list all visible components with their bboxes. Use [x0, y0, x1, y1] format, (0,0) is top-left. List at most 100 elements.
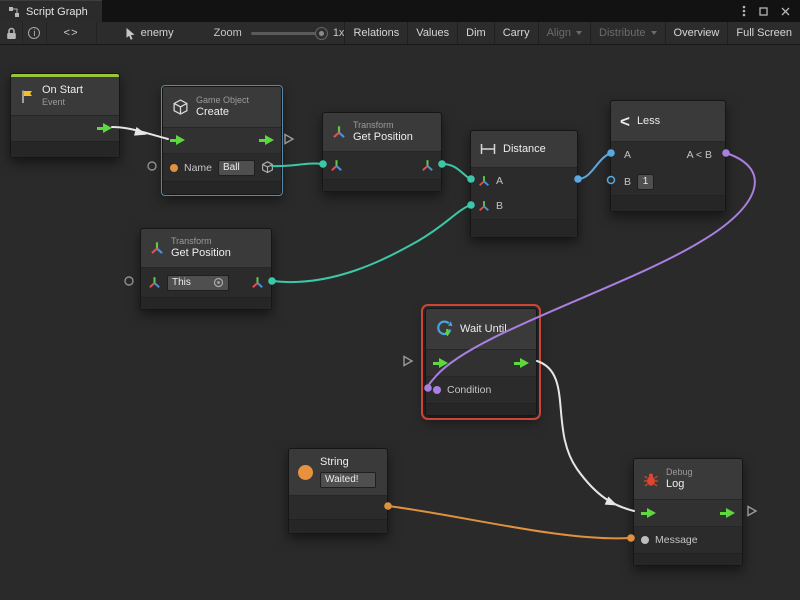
input-b-label: B [624, 176, 631, 188]
output-label: A < B [687, 149, 712, 161]
node-title: Log [666, 478, 693, 491]
node-title: String [320, 456, 376, 469]
condition-port-label: Condition [447, 384, 491, 396]
flow-output-port[interactable] [514, 358, 529, 369]
flow-output-port[interactable] [259, 135, 274, 146]
node-footer [289, 519, 387, 533]
node-subtitle: Transform [171, 236, 231, 247]
info-button[interactable] [23, 22, 46, 44]
string-value-field[interactable]: Waited! [320, 472, 376, 488]
graph-name-group[interactable]: enemy [125, 27, 174, 40]
node-title: Less [637, 115, 660, 127]
node-footer [426, 403, 536, 415]
node-footer [634, 553, 742, 565]
dim-button[interactable]: Dim [457, 22, 494, 44]
caret-down-icon [651, 31, 657, 35]
wire-distance-to-less-a[interactable] [578, 153, 611, 179]
transform-input-port[interactable] [148, 276, 161, 289]
transform-input-port[interactable] [330, 159, 343, 172]
unconnected-flow-triangle [285, 135, 293, 144]
wire-getposition2-to-distance-b[interactable] [272, 205, 470, 282]
transform-axis-icon [150, 241, 164, 255]
zoom-value: 1x [333, 27, 345, 39]
string-icon [298, 465, 313, 480]
values-button[interactable]: Values [407, 22, 457, 44]
carry-button[interactable]: Carry [494, 22, 538, 44]
node-subtitle: Debug [666, 467, 693, 478]
align-button[interactable]: Align [538, 22, 590, 44]
flow-output-port[interactable] [97, 123, 112, 134]
less-than-icon: < [620, 113, 630, 130]
transform-axis-icon [332, 125, 346, 139]
unconnected-port-circle [148, 162, 156, 170]
node-distance[interactable]: Distance A B [470, 130, 578, 238]
wire-getposition1-to-distance-a[interactable] [442, 164, 470, 179]
code-view-button[interactable] [47, 22, 97, 44]
node-subtitle: Game Object [196, 95, 249, 106]
name-value-field[interactable]: Ball [218, 160, 255, 176]
node-on-start-event[interactable]: On Start Event [10, 73, 120, 158]
node-get-position-2[interactable]: Transform Get Position This [140, 228, 272, 310]
flow-input-port[interactable] [641, 508, 656, 519]
flow-output-port[interactable] [720, 508, 735, 519]
target-icon[interactable] [213, 277, 224, 288]
input-b-field[interactable]: 1 [637, 174, 654, 190]
node-title: Get Position [353, 131, 413, 144]
node-title: Get Position [171, 247, 231, 260]
node-subtitle: Transform [353, 120, 413, 131]
fullscreen-button[interactable]: Full Screen [727, 22, 800, 44]
node-get-position-1[interactable]: Transform Get Position [322, 112, 442, 192]
node-title: Wait Until [460, 323, 507, 335]
message-port[interactable] [641, 536, 649, 544]
input-a-label: A [496, 175, 503, 187]
distance-icon [480, 143, 496, 155]
bug-icon [643, 471, 659, 487]
window-menu-icon[interactable] [742, 5, 746, 17]
tab-title: Script Graph [26, 6, 88, 18]
node-title: On Start [42, 84, 83, 97]
info-icon [28, 27, 40, 39]
node-footer [163, 181, 281, 194]
lock-button[interactable] [0, 22, 23, 44]
name-port[interactable] [170, 164, 178, 172]
node-footer [141, 297, 271, 309]
vector-port-icon[interactable] [478, 200, 490, 212]
node-title: Distance [503, 143, 546, 155]
condition-port[interactable] [433, 386, 441, 394]
zoom-slider[interactable] [251, 32, 324, 35]
vector-port-icon[interactable] [478, 175, 490, 187]
window-maximize-icon[interactable] [759, 7, 768, 16]
node-string-literal[interactable]: String Waited! [288, 448, 388, 534]
relations-button[interactable]: Relations [344, 22, 407, 44]
graph-toolbar: enemy Zoom 1x Relations Values Dim Carry… [0, 22, 800, 45]
position-output-port[interactable] [251, 276, 264, 289]
unconnected-port-circle [125, 277, 133, 285]
zoom-slider-handle[interactable] [316, 28, 327, 39]
overview-button[interactable]: Overview [665, 22, 728, 44]
wait-clock-icon [435, 320, 453, 338]
wire-onstart-to-create[interactable] [112, 127, 168, 139]
pointer-icon [125, 27, 136, 40]
unconnected-flow-triangle [748, 507, 756, 516]
graph-canvas[interactable]: On Start Event Game Object Create [0, 45, 800, 600]
game-object-output-port[interactable] [261, 161, 274, 174]
string-output-row[interactable] [289, 495, 387, 519]
node-debug-log[interactable]: Debug Log Message [633, 458, 743, 566]
flow-input-port[interactable] [170, 135, 185, 146]
this-value-field[interactable]: This [167, 275, 229, 291]
lock-icon [6, 27, 17, 40]
wire-waituntil-to-log[interactable] [537, 361, 634, 511]
tab-script-graph[interactable]: Script Graph [0, 0, 102, 22]
position-output-port[interactable] [421, 159, 434, 172]
distribute-button[interactable]: Distribute [590, 22, 664, 44]
flag-icon [20, 89, 35, 104]
node-footer [323, 179, 441, 191]
window-close-icon[interactable] [781, 7, 790, 16]
node-subtitle: Event [42, 97, 83, 108]
input-b-label: B [496, 200, 503, 212]
node-game-object-create[interactable]: Game Object Create Name Ball [162, 86, 282, 195]
node-less[interactable]: < Less A A < B B 1 [610, 100, 726, 212]
zoom-label: Zoom [214, 27, 242, 39]
wire-string-to-log-message[interactable] [388, 506, 630, 538]
node-footer [11, 141, 119, 157]
